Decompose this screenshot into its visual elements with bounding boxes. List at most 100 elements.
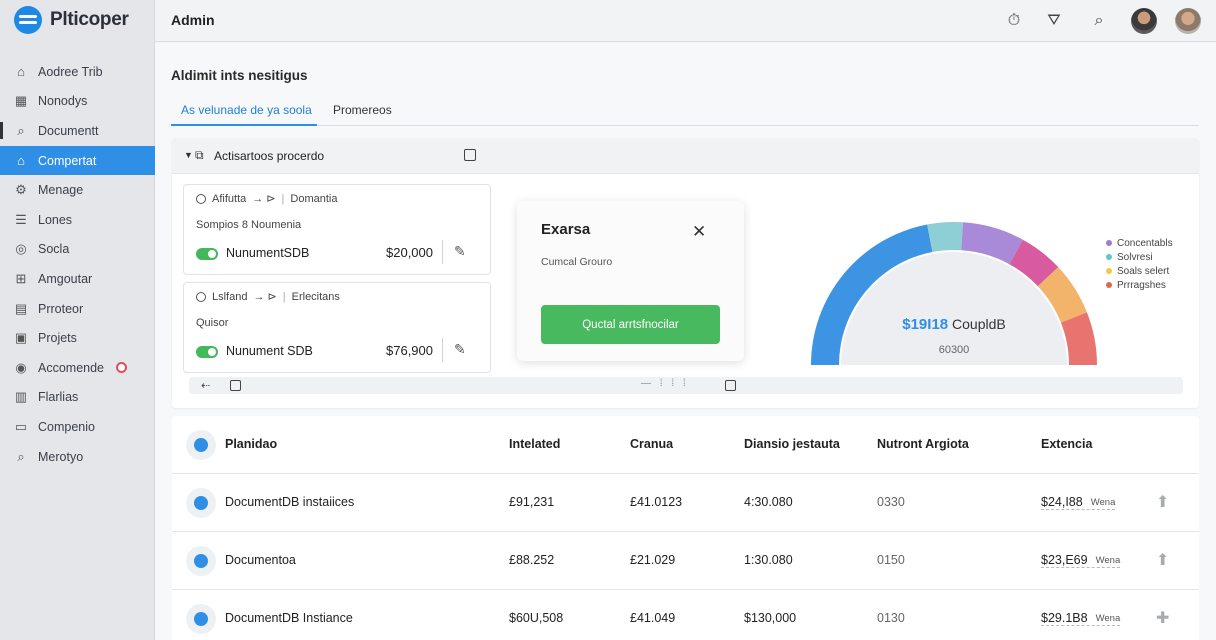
search-icon: ⌕ xyxy=(17,122,25,138)
sidebar-item-1[interactable]: ⌂ Aodree Trib xyxy=(0,57,155,87)
timer-icon[interactable]: ⏱ xyxy=(1003,10,1025,32)
folder-icon: ▣ xyxy=(14,330,28,346)
sidebar-item-6[interactable]: ☰ Lones xyxy=(0,205,155,235)
arrow-up-icon[interactable]: ⬆ xyxy=(1156,492,1169,512)
toggle-switch[interactable] xyxy=(196,248,218,260)
cell-value: $60U,508 xyxy=(509,611,564,625)
instance-name[interactable]: DocumentDB instaiices xyxy=(225,495,354,509)
avatar[interactable] xyxy=(1175,8,1201,34)
sidebar-item-2[interactable]: ▦ Nonodys xyxy=(0,87,155,117)
divider xyxy=(442,338,443,362)
database-icon xyxy=(186,546,216,576)
instance-name[interactable]: Documentoa xyxy=(225,553,296,567)
sidebar-item-label: Documentt xyxy=(38,123,99,138)
scroll-handle-icon[interactable] xyxy=(725,380,736,391)
sidebar: Plticoper ⌂ Aodree Trib ▦ Nonodys ⌕ Documen… xyxy=(0,0,156,640)
resource-card[interactable]: Lslfand → ⊳ | Erlecitans Quisor Nunument… xyxy=(183,282,491,373)
legend-label: Soals selert xyxy=(1117,265,1170,277)
extension-tag: Wena xyxy=(1095,612,1121,624)
top-bar: Admin ⏱ ⛛ ⌕ xyxy=(155,0,1216,42)
radio-button[interactable] xyxy=(196,291,206,302)
extension-value: $23,E69 xyxy=(1041,553,1088,567)
chevron-down-icon[interactable]: ▼ xyxy=(184,150,193,160)
card-name: Nunument SDB xyxy=(226,344,313,358)
sidebar-item-label: Nonodys xyxy=(38,94,88,109)
arrow-icon: → ⊳ xyxy=(252,193,276,205)
tab-promereos[interactable]: Promereos xyxy=(333,103,392,117)
panel-icon: ⧉ xyxy=(195,148,204,162)
target-icon: ◉ xyxy=(15,359,27,375)
sidebar-item-5[interactable]: ⚙ Menage xyxy=(0,175,155,205)
sidebar-item-label: Merotyo xyxy=(38,449,84,464)
arrow-left-icon[interactable]: ⇠ xyxy=(201,379,210,392)
extension-cell[interactable]: $29.1B8 Wena xyxy=(1041,611,1121,626)
header-icon xyxy=(186,430,216,460)
sidebar-item-7[interactable]: ◎ Socla xyxy=(0,235,155,265)
card-radio-label: Lslfand xyxy=(212,290,248,303)
legend-label: Concentabls xyxy=(1117,237,1173,249)
sidebar-nav: ⌂ Aodree Trib ▦ Nonodys ⌕ Documentt ⌂ Comper… xyxy=(0,57,156,472)
card-subtitle: Sompios 8 Noumenia xyxy=(196,219,302,231)
search-icon[interactable]: ⌕ xyxy=(1088,10,1110,32)
sidebar-item-label: Projets xyxy=(38,331,77,346)
sidebar-item-label: Menage xyxy=(38,183,84,198)
sidebar-item-4[interactable]: ⌂ Compertat xyxy=(0,145,156,176)
edit-icon[interactable]: ✎ xyxy=(454,341,466,358)
column-header[interactable]: Intelated xyxy=(509,437,560,451)
column-header[interactable]: Planidao xyxy=(225,437,277,451)
extension-cell[interactable]: $24,I88 Wena xyxy=(1041,495,1116,510)
filter-icon[interactable]: ⛛ xyxy=(1043,10,1065,32)
sidebar-item-11[interactable]: ◉ Accomende xyxy=(0,353,155,383)
table-row[interactable]: Documentoa £88.252 £21.029 1:30.080 0150… xyxy=(172,532,1199,590)
dialog-subtitle: Cumcal Grouro xyxy=(541,256,613,268)
avatar[interactable] xyxy=(1131,8,1157,34)
extension-cell[interactable]: $23,E69 Wena xyxy=(1041,553,1121,568)
chart-legend: Concentabls Solvresi Soals selert Prrrag… xyxy=(1106,236,1173,292)
gauge-segment-2 xyxy=(927,222,963,253)
sidebar-item-14[interactable]: ⌕ Merotyo xyxy=(0,442,155,472)
sidebar-item-label: Amgoutar xyxy=(38,271,93,286)
card-radio-label: Afifutta xyxy=(212,192,247,205)
tab-overview[interactable]: As velunade de ya soola xyxy=(181,103,312,117)
sidebar-item-3[interactable]: ⌕ Documentt xyxy=(0,116,155,146)
stack-icon: ⊞ xyxy=(15,270,27,286)
cell-value: 0130 xyxy=(877,611,905,625)
sidebar-item-8[interactable]: ⊞ Amgoutar xyxy=(0,264,155,294)
gauge-label: CoupldB xyxy=(952,316,1006,332)
column-header[interactable]: Extencia xyxy=(1041,437,1092,451)
sidebar-item-12[interactable]: ▥ Flarlias xyxy=(0,383,155,413)
grid-icon: ▤ xyxy=(14,300,28,316)
cell-value: £21.029 xyxy=(630,553,676,567)
plus-icon[interactable]: ✚ xyxy=(1156,608,1169,628)
panel-header[interactable]: ▼ ⧉ Actisartoos procerdo xyxy=(172,138,1199,174)
sidebar-item-9[interactable]: ▤ Prroteor xyxy=(0,294,155,324)
main-content: Aldimit ints nesitigus As velunade de ya… xyxy=(155,43,1216,640)
bars-icon: ▥ xyxy=(14,389,28,405)
sidebar-item-10[interactable]: ▣ Projets xyxy=(0,323,155,353)
column-header[interactable]: Cranua xyxy=(630,437,673,451)
sidebar-item-label: Compenio xyxy=(38,419,95,434)
table-row[interactable]: DocumentDB Instiance $60U,508 £41.049 $1… xyxy=(172,590,1199,640)
arrow-up-icon[interactable]: ⬆ xyxy=(1156,550,1169,570)
cell-value: 4:30.080 xyxy=(744,495,793,509)
resource-card[interactable]: Afifutta → ⊳ | Domantia Sompios 8 Noumen… xyxy=(183,184,491,275)
brand[interactable]: Plticoper xyxy=(14,6,129,34)
legend-dot-icon xyxy=(1106,240,1112,246)
sidebar-item-13[interactable]: ▭ Compenio xyxy=(0,412,155,442)
close-icon[interactable]: ✕ xyxy=(692,223,706,240)
confirm-button[interactable]: Quctal arrtsfnocilar xyxy=(541,305,720,344)
horizontal-scrollbar[interactable]: ⇠ — ⁞ ⁞ ⁞ xyxy=(189,377,1183,394)
circle-icon: ◎ xyxy=(15,241,27,257)
expand-icon[interactable] xyxy=(464,149,476,161)
column-header[interactable]: Diansio jestauta xyxy=(744,437,840,451)
sidebar-item-label: Flarlias xyxy=(38,390,79,405)
instance-name[interactable]: DocumentDB Instiance xyxy=(225,611,353,625)
table-row[interactable]: DocumentDB instaiices £91,231 £41.0123 4… xyxy=(172,474,1199,532)
column-header[interactable]: Nutront Argiota xyxy=(877,437,969,451)
edit-icon[interactable]: ✎ xyxy=(454,243,466,260)
toggle-switch[interactable] xyxy=(196,346,218,358)
scroll-handle-icon[interactable] xyxy=(230,380,241,391)
legend-dot-icon xyxy=(1106,268,1112,274)
notification-dot-icon xyxy=(116,362,128,374)
radio-button[interactable] xyxy=(196,193,206,204)
